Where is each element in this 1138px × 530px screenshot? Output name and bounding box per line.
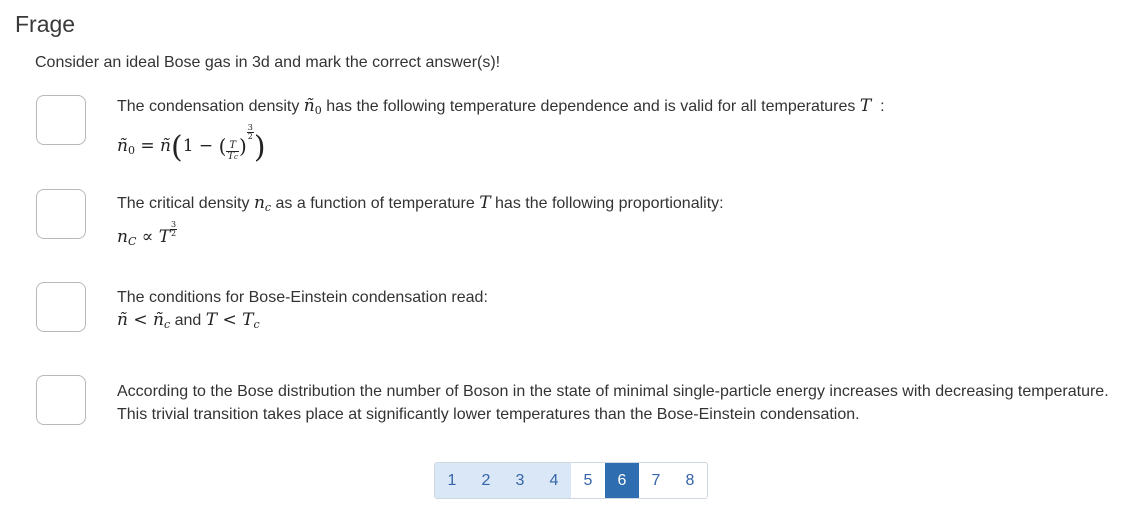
page-button-6-current[interactable]: 6 xyxy=(605,463,639,498)
math-T: T xyxy=(479,193,491,213)
answer-checkbox-1[interactable] xyxy=(36,95,86,145)
answer-3-part-a: The conditions for Bose-Einstein condens… xyxy=(117,289,488,306)
answer-1-part-c: : xyxy=(880,98,885,115)
answer-4-line-1: According to the Bose distribution the n… xyxy=(117,383,1109,400)
page-button-5[interactable]: 5 xyxy=(571,463,605,498)
answer-text-4: According to the Bose distribution the n… xyxy=(117,380,1109,426)
math-formula-critical-density: nC ∝ T32 xyxy=(117,220,178,248)
answer-4-line-2: This trivial transition takes place at s… xyxy=(117,406,860,423)
math-formula-condensation-density: ñ0 = ñ(1 − (T Tc) 3 2) xyxy=(117,123,266,165)
math-nc: nc xyxy=(253,193,272,214)
answer-1-part-a: The condensation density xyxy=(117,98,300,115)
page-button-8[interactable]: 8 xyxy=(673,463,707,498)
page-title: Frage xyxy=(15,11,76,37)
page-button-3[interactable]: 3 xyxy=(503,463,537,498)
answer-2-part-b: as a function of temperature xyxy=(275,195,475,212)
answer-checkbox-4[interactable] xyxy=(36,375,86,425)
page-button-2[interactable]: 2 xyxy=(469,463,503,498)
math-condition-temperature: T < Tc xyxy=(205,310,260,331)
question-pagination: 1 2 3 4 5 6 7 8 xyxy=(434,462,708,499)
question-text: Consider an ideal Bose gas in 3d and mar… xyxy=(35,54,501,71)
math-n0: ñ0 xyxy=(303,96,322,117)
page-button-1[interactable]: 1 xyxy=(435,463,469,498)
answer-3-and: and xyxy=(174,312,202,329)
answer-text-1: The condensation density ñ0 has the foll… xyxy=(117,95,885,165)
answer-2-part-c: has the following proportionality: xyxy=(495,195,724,212)
math-T: T xyxy=(859,96,872,116)
answer-text-2: The critical density nc as a function of… xyxy=(117,192,724,253)
math-condition-density: ñ < ñc xyxy=(117,310,171,331)
answer-checkbox-3[interactable] xyxy=(36,282,86,332)
page-button-4[interactable]: 4 xyxy=(537,463,571,498)
answer-text-3: The conditions for Bose-Einstein condens… xyxy=(117,286,488,336)
answer-checkbox-2[interactable] xyxy=(36,189,86,239)
page-button-7[interactable]: 7 xyxy=(639,463,673,498)
answer-2-part-a: The critical density xyxy=(117,195,250,212)
answer-1-part-b: has the following temperature dependence… xyxy=(326,98,856,115)
